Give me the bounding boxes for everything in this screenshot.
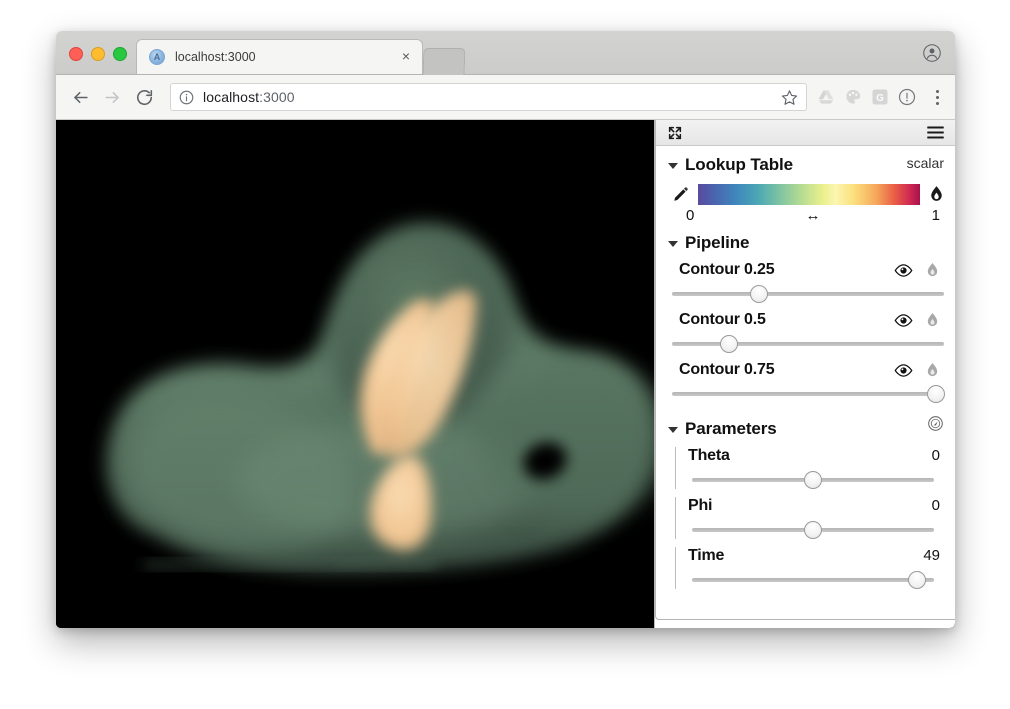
- control-panel-titlebar: [656, 120, 955, 146]
- slider-track: [672, 392, 944, 396]
- parameter-item: Time 49: [675, 547, 944, 589]
- browser-tab-active[interactable]: A localhost:3000 ×: [136, 39, 423, 74]
- close-window-button[interactable]: [69, 47, 83, 61]
- back-arrow-icon[interactable]: [66, 83, 94, 111]
- slider-thumb[interactable]: [804, 521, 822, 539]
- pipeline-item-slider[interactable]: [672, 385, 945, 403]
- droplet-icon[interactable]: [926, 312, 939, 329]
- lookup-table-title: Lookup Table: [685, 155, 794, 174]
- url-text: localhost:3000: [203, 89, 295, 105]
- droplet-icon[interactable]: [926, 362, 939, 379]
- expand-arrows-icon[interactable]: [667, 125, 683, 141]
- parameter-item: Phi 0: [675, 497, 944, 539]
- svg-text:G: G: [876, 93, 884, 104]
- pipeline-title: Pipeline: [685, 233, 750, 252]
- reload-icon[interactable]: [130, 83, 158, 111]
- parameter-slider[interactable]: [692, 521, 934, 539]
- pipeline-item-slider[interactable]: [672, 335, 944, 353]
- parameter-item: Theta 0: [675, 447, 944, 489]
- parameter-label: Time: [688, 547, 725, 564]
- window-traffic-lights: [69, 47, 127, 61]
- parameter-label: Theta: [688, 447, 730, 464]
- extensions-area: G: [817, 88, 945, 106]
- drive-extension-icon[interactable]: [817, 88, 835, 106]
- control-panel-body: Lookup Table scalar 0 ↔ 1 Pipeline Conto…: [656, 155, 955, 593]
- parameter-label: Phi: [688, 497, 713, 514]
- range-arrows-icon[interactable]: ↔: [806, 207, 821, 224]
- pipeline-item-label: Contour 0.75: [679, 361, 775, 378]
- eye-icon[interactable]: [894, 363, 913, 377]
- kebab-menu-icon[interactable]: [929, 88, 945, 106]
- lookup-table-mode: scalar: [906, 155, 944, 171]
- grammarly-extension-icon[interactable]: G: [871, 88, 889, 106]
- colormap-scale: 0 ↔ 1: [668, 207, 944, 224]
- address-bar[interactable]: localhost:3000: [170, 83, 807, 111]
- play-circle-icon[interactable]: [927, 415, 944, 432]
- eye-icon[interactable]: [894, 313, 913, 327]
- profile-avatar-icon[interactable]: [923, 44, 941, 62]
- page-content: Lookup Table scalar 0 ↔ 1 Pipeline Conto…: [56, 120, 955, 628]
- slider-thumb[interactable]: [908, 571, 927, 589]
- eye-icon[interactable]: [894, 263, 913, 277]
- slider-thumb[interactable]: [720, 335, 739, 353]
- control-panel: Lookup Table scalar 0 ↔ 1 Pipeline Conto…: [654, 120, 955, 628]
- forward-arrow-icon[interactable]: [98, 83, 126, 111]
- slider-thumb[interactable]: [926, 385, 945, 403]
- droplet-icon[interactable]: [929, 185, 944, 204]
- parameter-value: 49: [923, 547, 940, 564]
- star-icon[interactable]: [781, 89, 798, 106]
- parameters-title: Parameters: [685, 419, 777, 438]
- pencil-icon[interactable]: [672, 186, 689, 203]
- parameter-slider[interactable]: [692, 571, 934, 589]
- lookup-table-header[interactable]: Lookup Table scalar: [668, 155, 944, 175]
- browser-toolbar: localhost:3000 G: [56, 75, 955, 120]
- info-extension-icon[interactable]: [898, 88, 916, 106]
- slider-track: [672, 292, 944, 296]
- parameters-header[interactable]: Parameters: [668, 415, 944, 439]
- pipeline-item-label: Contour 0.5: [679, 311, 766, 328]
- slider-thumb[interactable]: [750, 285, 769, 303]
- pipeline-item-slider[interactable]: [672, 285, 944, 303]
- slider-thumb[interactable]: [804, 471, 822, 489]
- maximize-window-button[interactable]: [113, 47, 127, 61]
- colormap-gradient[interactable]: [698, 184, 920, 205]
- browser-tabstrip: A localhost:3000 ×: [56, 31, 955, 75]
- parameter-value: 0: [931, 497, 940, 514]
- pipeline-item: Contour 0.25: [668, 261, 944, 303]
- close-icon[interactable]: ×: [398, 49, 414, 65]
- colormap-min: 0: [686, 207, 695, 224]
- site-info-icon[interactable]: [179, 90, 194, 105]
- pipeline-item-label: Contour 0.25: [679, 261, 775, 278]
- colormap-max: 1: [931, 207, 940, 224]
- pipeline-item: Contour 0.5: [668, 311, 944, 353]
- url-host: localhost: [203, 89, 260, 105]
- browser-window: A localhost:3000 × localhost:3000 G Look…: [56, 31, 955, 628]
- app-favicon: A: [149, 49, 165, 65]
- colormap-row: [668, 184, 944, 205]
- slider-track: [672, 342, 944, 346]
- control-panel-inner: Lookup Table scalar 0 ↔ 1 Pipeline Conto…: [655, 120, 955, 620]
- chevron-down-icon[interactable]: [668, 427, 678, 433]
- slider-track: [692, 578, 934, 582]
- url-port: :3000: [259, 89, 295, 105]
- new-tab-button[interactable]: [422, 48, 466, 75]
- chevron-down-icon[interactable]: [668, 241, 678, 247]
- screenshot-root: A localhost:3000 × localhost:3000 G Look…: [0, 0, 1010, 709]
- tab-title: localhost:3000: [175, 50, 256, 64]
- isosurface-render: [56, 120, 700, 628]
- pipeline-header[interactable]: Pipeline: [668, 233, 944, 253]
- hamburger-menu-icon[interactable]: [926, 125, 945, 140]
- chevron-down-icon[interactable]: [668, 163, 678, 169]
- paint-extension-icon[interactable]: [844, 88, 862, 106]
- pipeline-item: Contour 0.75: [668, 361, 945, 403]
- droplet-icon[interactable]: [926, 262, 939, 279]
- parameter-value: 0: [931, 447, 940, 464]
- parameter-slider[interactable]: [692, 471, 934, 489]
- minimize-window-button[interactable]: [91, 47, 105, 61]
